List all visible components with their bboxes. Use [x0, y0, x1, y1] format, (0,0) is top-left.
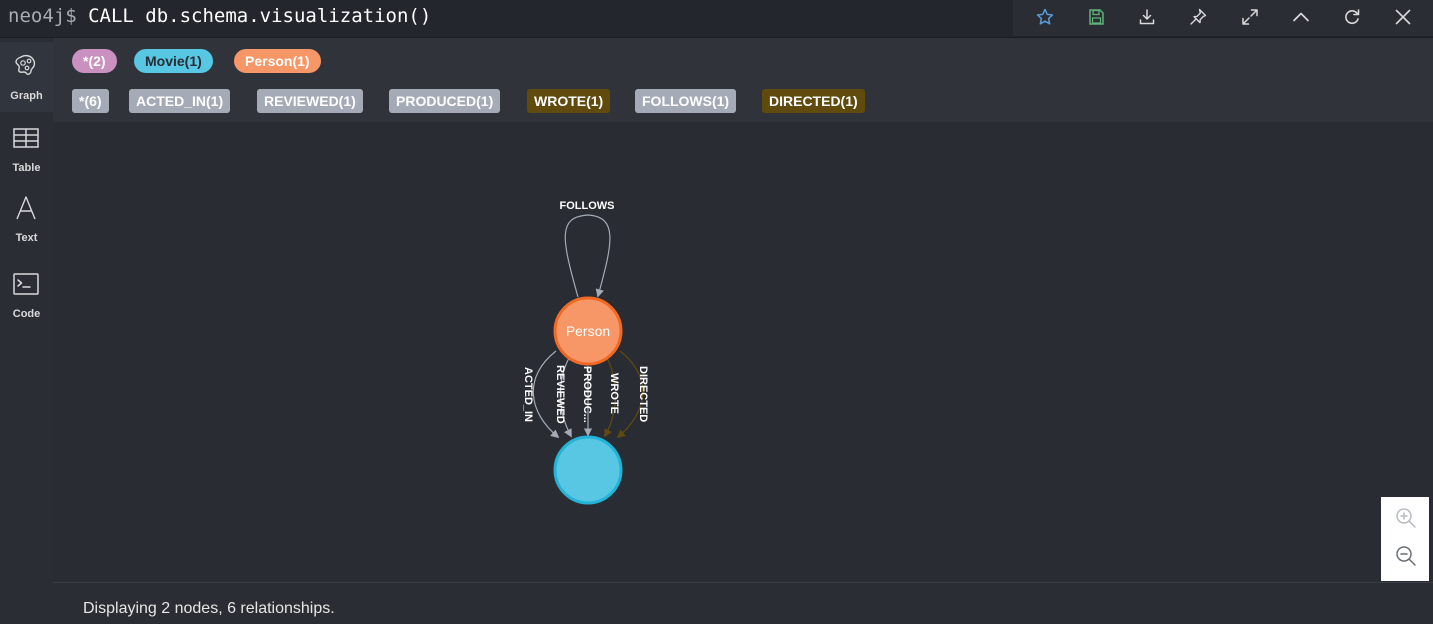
command-prompt: neo4j$	[8, 5, 77, 27]
rel-type-produced[interactable]: PRODUCED(1)	[389, 89, 501, 113]
sidebar-item-table[interactable]: Table	[0, 114, 53, 184]
rel-type-acted-in[interactable]: ACTED_IN(1)	[129, 89, 231, 113]
zoom-in-button[interactable]	[1393, 505, 1419, 531]
rel-type-directed[interactable]: DIRECTED(1)	[762, 89, 865, 113]
expand-icon	[1242, 9, 1258, 25]
save-button[interactable]	[1082, 4, 1110, 30]
zoom-in-icon	[1396, 508, 1416, 528]
node-label-person[interactable]: Person(1)	[234, 49, 321, 73]
rel-follows[interactable]	[564, 214, 611, 298]
rel-wrote-label: WROTE	[608, 373, 620, 414]
graph-svg: FOLLOWS ACTED_IN REVIEWED PRODUC... WROT…	[522, 200, 649, 505]
graph-icon	[15, 54, 36, 75]
rel-produced-label: PRODUC...	[581, 366, 593, 423]
rel-directed-label: DIRECTED	[637, 366, 649, 422]
node-label-movie[interactable]: Movie(1)	[134, 49, 213, 73]
sidebar-item-graph[interactable]: Graph	[0, 42, 53, 112]
download-icon	[1139, 9, 1155, 25]
fullscreen-button[interactable]	[1236, 4, 1264, 30]
rel-acted-in-label: ACTED_IN	[522, 367, 534, 422]
sidebar-item-text-label: Text	[15, 232, 38, 244]
star-icon	[1036, 8, 1054, 25]
refresh-icon	[1345, 9, 1360, 25]
node-person-caption: Person	[566, 323, 610, 339]
rel-type-all[interactable]: *(6)	[72, 89, 109, 113]
rel-reviewed-label: REVIEWED	[554, 365, 566, 424]
rel-follows-label: FOLLOWS	[560, 200, 615, 212]
pin-icon	[1190, 8, 1207, 25]
download-button[interactable]	[1133, 4, 1161, 30]
command-query[interactable]: CALL db.schema.visualization()	[88, 5, 431, 27]
sidebar-item-graph-label: Graph	[10, 90, 43, 102]
favorite-button[interactable]	[1031, 4, 1059, 30]
rel-type-wrote[interactable]: WROTE(1)	[527, 89, 611, 113]
status-bar: Displaying 2 nodes, 6 relationships.	[53, 582, 1433, 624]
save-icon	[1089, 9, 1104, 25]
zoom-out-button[interactable]	[1393, 543, 1419, 569]
sidebar-item-code[interactable]: Code	[0, 260, 53, 330]
zoom-controls	[1381, 497, 1429, 581]
table-icon	[13, 128, 39, 148]
code-icon	[13, 273, 39, 295]
sidebar-item-code-label: Code	[12, 308, 41, 320]
pin-button[interactable]	[1184, 4, 1212, 30]
rel-type-reviewed[interactable]: REVIEWED(1)	[257, 89, 363, 113]
command-editor[interactable]: neo4j$ CALL db.schema.visualization()	[8, 4, 431, 28]
node-label-all[interactable]: *(2)	[72, 49, 117, 73]
close-icon	[1395, 9, 1411, 25]
graph-canvas[interactable]: FOLLOWS ACTED_IN REVIEWED PRODUC... WROT…	[53, 122, 1433, 582]
graph-legend: *(2) Movie(1) Person(1) *(6) ACTED_IN(1)…	[53, 38, 1433, 122]
zoom-out-icon	[1396, 546, 1416, 566]
close-button[interactable]	[1389, 4, 1417, 30]
collapse-button[interactable]	[1287, 4, 1315, 30]
command-bar: neo4j$ CALL db.schema.visualization()	[0, 0, 1433, 38]
frame-toolbar	[1013, 0, 1433, 36]
chevron-up-icon	[1293, 12, 1309, 22]
node-movie[interactable]	[553, 435, 623, 505]
rel-type-follows[interactable]: FOLLOWS(1)	[635, 89, 737, 113]
sidebar-item-table-label: Table	[12, 162, 41, 174]
sidebar-item-text[interactable]: Text	[0, 184, 53, 254]
view-sidebar: Graph Table Text Code	[0, 38, 53, 624]
rerun-button[interactable]	[1338, 4, 1366, 30]
text-icon	[16, 196, 36, 220]
status-text: Displaying 2 nodes, 6 relationships.	[83, 600, 335, 617]
